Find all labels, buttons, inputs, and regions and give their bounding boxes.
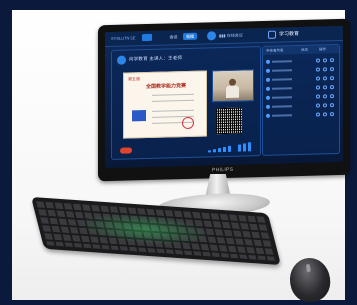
mic-icon[interactable] bbox=[316, 85, 320, 90]
status-dot-icon bbox=[266, 77, 270, 82]
mic-icon[interactable] bbox=[316, 67, 320, 72]
list-item[interactable] bbox=[266, 66, 336, 74]
certificate-line bbox=[152, 93, 194, 96]
certificate-title: 全国教学能力竞赛 bbox=[146, 82, 187, 91]
header-status: 状态 bbox=[301, 47, 308, 52]
participant-name bbox=[272, 69, 292, 72]
audio-bar bbox=[238, 144, 241, 152]
flag-icon bbox=[132, 110, 146, 122]
user-status: ▮▮▮ 在线会议 bbox=[219, 32, 243, 39]
audio-bar bbox=[218, 148, 221, 153]
mic-icon[interactable] bbox=[316, 76, 320, 81]
mic-icon[interactable] bbox=[316, 58, 320, 63]
list-item[interactable] bbox=[266, 84, 336, 92]
more-icon[interactable] bbox=[330, 103, 334, 108]
mic-icon[interactable] bbox=[316, 94, 320, 99]
mic-icon[interactable] bbox=[316, 103, 320, 108]
screen: SYSLUTN 5E 会议 直播 ▮▮▮ 在线会议 学习教育 向学教育 主讲人：… bbox=[105, 25, 343, 169]
status-dot-icon bbox=[266, 59, 270, 64]
user-avatar[interactable] bbox=[207, 31, 216, 41]
status-dot-icon bbox=[266, 113, 270, 118]
monitor-brand: PHILIPS bbox=[212, 166, 234, 174]
camera-icon[interactable] bbox=[323, 76, 327, 81]
header-participants: 参会者列表 bbox=[266, 48, 284, 53]
list-item[interactable] bbox=[266, 111, 336, 119]
participant-name bbox=[272, 60, 292, 63]
camera-icon[interactable] bbox=[323, 112, 327, 117]
leave-button[interactable] bbox=[120, 147, 132, 154]
camera-icon[interactable] bbox=[323, 94, 327, 99]
camera-icon[interactable] bbox=[323, 103, 327, 108]
mic-icon[interactable] bbox=[316, 112, 320, 117]
camera-icon[interactable] bbox=[323, 58, 327, 63]
status-dot-icon bbox=[266, 104, 270, 109]
audio-bar bbox=[228, 145, 231, 152]
more-icon[interactable] bbox=[330, 94, 334, 99]
participant-list: 参会者列表 状态 操作 bbox=[262, 43, 340, 157]
list-item[interactable] bbox=[266, 93, 336, 101]
more-icon[interactable] bbox=[330, 112, 334, 117]
monitor: SYSLUTN 5E 会议 直播 ▮▮▮ 在线会议 学习教育 向学教育 主讲人：… bbox=[98, 18, 350, 182]
certificate-line bbox=[152, 109, 194, 112]
app-logo: SYSLUTN 5E bbox=[111, 35, 136, 41]
certificate-line bbox=[152, 99, 194, 102]
participant-name bbox=[272, 87, 292, 90]
tab-live[interactable]: 直播 bbox=[183, 32, 197, 41]
status-dot-icon bbox=[266, 86, 270, 91]
meeting-title: 向学教育 主讲人：王老师 bbox=[129, 55, 183, 62]
host-avatar-icon bbox=[117, 55, 126, 65]
list-item[interactable] bbox=[266, 75, 336, 83]
speaker-video[interactable] bbox=[212, 69, 254, 103]
speaker-body bbox=[226, 85, 239, 98]
audio-level-icon bbox=[208, 141, 254, 153]
participant-name bbox=[272, 78, 292, 81]
mouse-wheel bbox=[305, 263, 311, 273]
participant-name bbox=[272, 114, 292, 117]
seal-icon bbox=[182, 116, 194, 130]
audio-bar bbox=[223, 146, 226, 153]
status-dot-icon bbox=[266, 95, 270, 100]
participant-list-header: 参会者列表 状态 操作 bbox=[263, 44, 339, 55]
audio-bar bbox=[243, 143, 246, 152]
audio-bar bbox=[208, 150, 211, 153]
more-icon[interactable] bbox=[330, 76, 334, 81]
app-icon bbox=[268, 30, 276, 39]
more-icon[interactable] bbox=[330, 67, 334, 72]
certificate-edition: 第五届 bbox=[128, 76, 140, 82]
list-item[interactable] bbox=[266, 102, 336, 110]
status-dot-icon bbox=[266, 68, 270, 73]
more-icon[interactable] bbox=[330, 85, 334, 90]
list-item[interactable] bbox=[266, 57, 336, 65]
participant-name bbox=[272, 96, 292, 99]
header-title: 学习教育 bbox=[279, 31, 300, 38]
audio-bar bbox=[213, 149, 216, 153]
certificate-preview[interactable]: 第五届 全国教学能力竞赛 bbox=[123, 70, 207, 139]
camera-icon[interactable] bbox=[323, 85, 327, 90]
audio-bar bbox=[248, 142, 251, 152]
camera-icon[interactable] bbox=[323, 67, 327, 72]
header-actions: 操作 bbox=[319, 47, 326, 52]
meeting-panel: 向学教育 主讲人：王老师 第五届 全国教学能力竞赛 bbox=[111, 46, 261, 160]
logo-badge bbox=[142, 33, 152, 42]
tab-meeting[interactable]: 会议 bbox=[167, 33, 180, 40]
participant-name bbox=[272, 105, 292, 108]
qr-code bbox=[216, 107, 242, 135]
more-icon[interactable] bbox=[330, 58, 334, 63]
